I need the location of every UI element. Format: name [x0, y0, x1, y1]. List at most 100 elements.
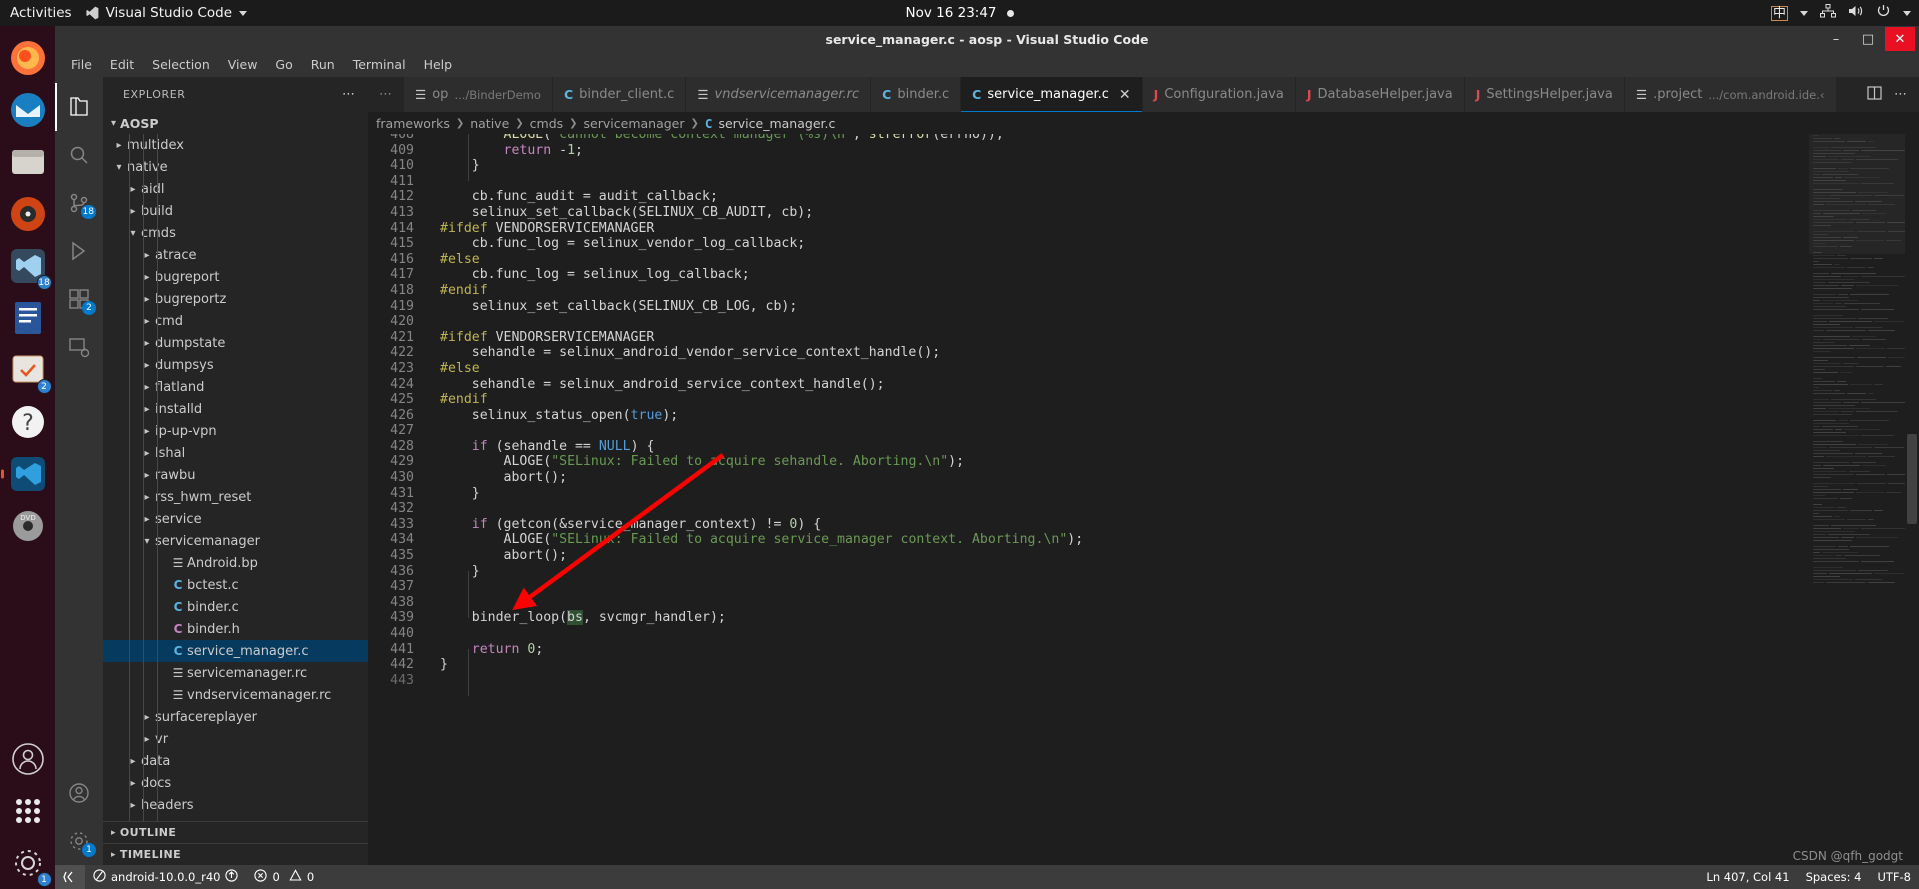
- breadcrumb-item[interactable]: cmds: [530, 116, 564, 131]
- activity-search[interactable]: [55, 131, 103, 179]
- code-line[interactable]: 432: [368, 501, 1919, 517]
- power-icon[interactable]: [1876, 4, 1891, 22]
- code-line[interactable]: 416 #else: [368, 252, 1919, 268]
- minimize-button[interactable]: –: [1821, 27, 1851, 51]
- code-line[interactable]: 414 #ifdef VENDORSERVICEMANAGER: [368, 221, 1919, 237]
- activities-button[interactable]: Activities: [0, 5, 86, 21]
- ime-icon[interactable]: 中: [1770, 5, 1788, 21]
- code-line[interactable]: 431 }: [368, 486, 1919, 502]
- activity-explorer[interactable]: [55, 83, 103, 131]
- maximize-button[interactable]: □: [1853, 27, 1883, 51]
- menu-help[interactable]: Help: [416, 54, 461, 75]
- volume-icon[interactable]: [1848, 4, 1864, 22]
- tab-binder-client-c[interactable]: Cbinder_client.c: [552, 77, 687, 112]
- editor-scrollbar[interactable]: [1905, 134, 1919, 865]
- dock-item-ubuntu-software[interactable]: 2: [5, 347, 52, 394]
- tab-op[interactable]: ☰ op .../BinderDemo: [404, 77, 553, 112]
- network-icon[interactable]: [1820, 4, 1836, 22]
- system-tray[interactable]: 中: [1770, 4, 1911, 22]
- timeline-section[interactable]: ▸ TIMELINE: [103, 843, 368, 865]
- code-line[interactable]: 411: [368, 174, 1919, 190]
- code-line[interactable]: 421 #ifdef VENDORSERVICEMANAGER: [368, 330, 1919, 346]
- code-line[interactable]: 419 selinux_set_callback(SELINUX_CB_LOG,…: [368, 299, 1919, 315]
- code-editor[interactable]: 408 ALOGE("cannot become context manager…: [368, 134, 1919, 865]
- encoding[interactable]: UTF-8: [1869, 865, 1919, 889]
- explorer-root-folder[interactable]: ▾ AOSP: [103, 112, 368, 134]
- code-line[interactable]: 422 sehandle = selinux_android_vendor_se…: [368, 345, 1919, 361]
- clock[interactable]: Nov 16 23:47: [905, 5, 1014, 21]
- problems-status[interactable]: 0 0: [246, 865, 322, 889]
- code-line[interactable]: 410 }: [368, 158, 1919, 174]
- code-line[interactable]: 434 ALOGE("SELinux: Failed to acquire se…: [368, 532, 1919, 548]
- code-line[interactable]: 438: [368, 595, 1919, 611]
- menu-terminal[interactable]: Terminal: [345, 54, 414, 75]
- code-line[interactable]: 437: [368, 579, 1919, 595]
- dock-item-vscode[interactable]: [0, 451, 51, 497]
- outline-section[interactable]: ▸ OUTLINE: [103, 821, 368, 843]
- code-line[interactable]: 418 #endif: [368, 283, 1919, 299]
- activity-extensions[interactable]: 2: [55, 275, 103, 323]
- dock-item-dvd-drive[interactable]: DVD: [5, 503, 51, 549]
- ime-chevron-down-icon[interactable]: [1800, 10, 1808, 16]
- tab-settingshelper-java[interactable]: J SettingsHelper.java: [1464, 77, 1625, 112]
- editor-more-actions-icon[interactable]: ⋯: [1894, 87, 1907, 102]
- minimap[interactable]: [1809, 134, 1905, 865]
- code-line[interactable]: 427: [368, 423, 1919, 439]
- activity-accounts[interactable]: [55, 769, 103, 817]
- menu-selection[interactable]: Selection: [144, 54, 218, 75]
- code-line[interactable]: 413 selinux_set_callback(SELINUX_CB_AUDI…: [368, 205, 1919, 221]
- code-line[interactable]: 429 ALOGE("SELinux: Failed to acquire se…: [368, 454, 1919, 470]
- sync-icon[interactable]: [225, 869, 239, 885]
- dock-item-settings[interactable]: 1: [5, 840, 52, 887]
- code-line[interactable]: 440: [368, 626, 1919, 642]
- menu-file[interactable]: File: [63, 54, 100, 75]
- breadcrumb[interactable]: frameworks ❯ native ❯ cmds ❯ servicemana…: [368, 112, 1919, 134]
- code-line[interactable]: 439 binder_loop(bs, svcmgr_handler);: [368, 610, 1919, 626]
- system-chevron-down-icon[interactable]: [1903, 10, 1911, 16]
- tab--project[interactable]: ☰ .project .../com.android.ide.‹: [1624, 77, 1837, 112]
- indentation[interactable]: Spaces: 4: [1798, 865, 1870, 889]
- code-line[interactable]: 423 #else: [368, 361, 1919, 377]
- menu-run[interactable]: Run: [303, 54, 343, 75]
- tab-databasehelper-java[interactable]: J DatabaseHelper.java: [1295, 77, 1465, 112]
- tab-vndservicemanager-rc[interactable]: ☰ vndservicemanager.rc: [686, 77, 872, 112]
- dock-item-libreoffice-writer[interactable]: [5, 295, 51, 341]
- code-line[interactable]: 426 selinux_status_open(true);: [368, 408, 1919, 424]
- code-line[interactable]: 443: [368, 673, 1919, 689]
- dock-item-help[interactable]: ?: [5, 399, 51, 445]
- editor-tab-bar[interactable]: ⋯ ☰ op .../BinderDemo Cbinder_client.c ☰ vndse…: [368, 77, 1919, 112]
- tab-binder-c[interactable]: Cbinder.c: [871, 77, 962, 112]
- dock-item-rhythmbox[interactable]: [5, 191, 51, 237]
- code-line[interactable]: 428 if (sehandle == NULL) {: [368, 439, 1919, 455]
- code-line[interactable]: 408 ALOGE("cannot become context manager…: [368, 134, 1919, 143]
- split-editor-icon[interactable]: [1867, 85, 1882, 104]
- menu-edit[interactable]: Edit: [102, 54, 142, 75]
- dock-item-vscode-insiders[interactable]: 18: [5, 243, 52, 290]
- breadcrumb-file[interactable]: service_manager.c: [718, 116, 835, 131]
- file-tree[interactable]: ▸multidex▾native▸aidl▸build▾cmds▸atrace▸…: [103, 134, 368, 821]
- code-line[interactable]: 425 #endif: [368, 392, 1919, 408]
- dock-item-thunderbird[interactable]: [5, 87, 51, 133]
- menu-view[interactable]: View: [220, 54, 266, 75]
- source-control-branch[interactable]: android-10.0.0_r40: [85, 865, 246, 889]
- sidebar-more-actions-icon[interactable]: ⋯: [342, 87, 356, 102]
- code-line[interactable]: 409 return -1;: [368, 143, 1919, 159]
- menu-go[interactable]: Go: [267, 54, 300, 75]
- cursor-position[interactable]: Ln 407, Col 41: [1698, 865, 1797, 889]
- dock-item-firefox[interactable]: [5, 35, 51, 81]
- code-line[interactable]: 441 return 0;: [368, 642, 1919, 658]
- code-line[interactable]: 433 if (getcon(&service_manager_context)…: [368, 517, 1919, 533]
- code-line[interactable]: 430 abort();: [368, 470, 1919, 486]
- breadcrumb-item[interactable]: native: [470, 116, 509, 131]
- dock-item-files[interactable]: [5, 139, 51, 185]
- code-lines[interactable]: 408 ALOGE("cannot become context manager…: [368, 134, 1919, 688]
- activity-manage-settings[interactable]: 1: [55, 817, 103, 865]
- activity-remote-explorer[interactable]: [55, 323, 103, 371]
- close-button[interactable]: ✕: [1885, 27, 1915, 51]
- code-line[interactable]: 436 }: [368, 564, 1919, 580]
- code-line[interactable]: 412 cb.func_audit = audit_callback;: [368, 189, 1919, 205]
- tab-configuration-java[interactable]: J Configuration.java: [1142, 77, 1296, 112]
- activity-source-control[interactable]: 18: [55, 179, 103, 227]
- breadcrumb-item[interactable]: servicemanager: [584, 116, 685, 131]
- dock-item-show-applications[interactable]: [5, 788, 51, 834]
